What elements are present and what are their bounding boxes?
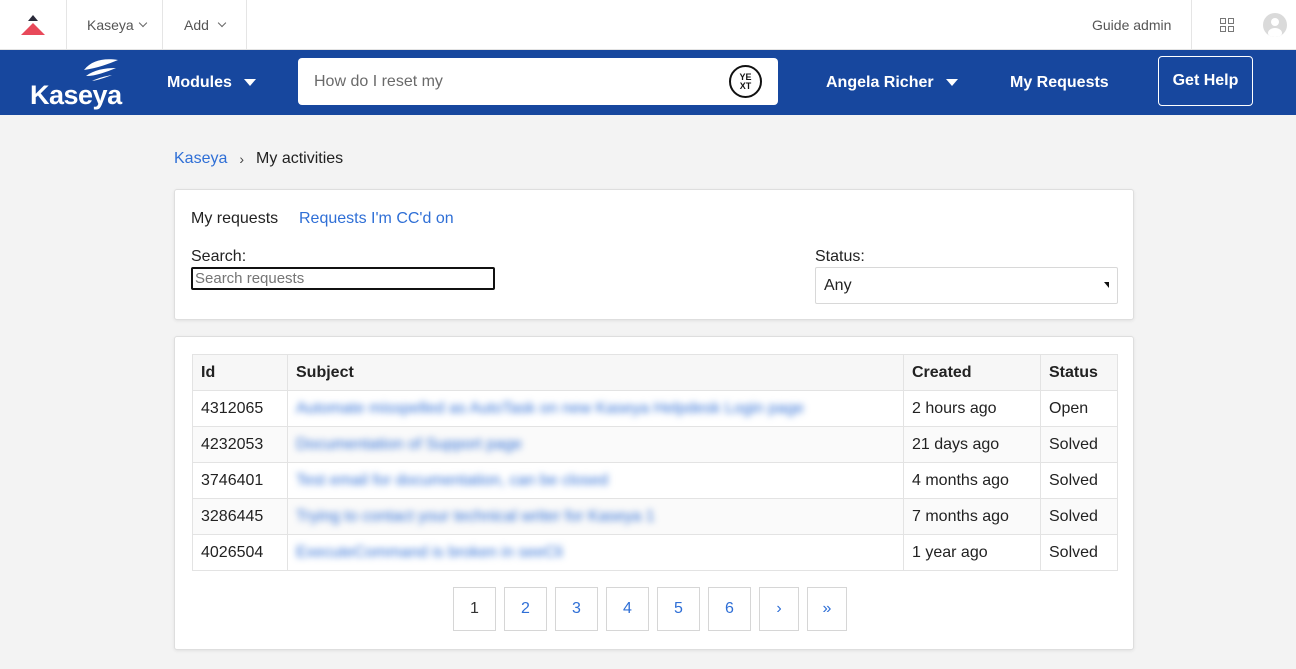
column-header-created[interactable]: Created (903, 354, 1041, 391)
global-search (298, 58, 778, 105)
page-button-5[interactable]: 5 (657, 587, 700, 631)
request-subject-cell: ExecuteCommand is broken in seeCli (287, 534, 904, 571)
product-menu[interactable]: Kaseya (87, 0, 147, 49)
guide-admin-link[interactable]: Guide admin (1092, 0, 1171, 49)
request-subject-cell: Documentation of Support page (287, 426, 904, 463)
breadcrumb-home-link[interactable]: Kaseya (174, 150, 227, 168)
caret-down-icon (945, 79, 958, 86)
table-row: 4232053 Documentation of Support page 21… (192, 426, 1118, 463)
request-subject-cell: Trying to contact your technical writer … (287, 498, 904, 535)
table-row: 4312065 Automate misspelled as AutoTask … (192, 390, 1118, 427)
search-label: Search: (191, 248, 247, 265)
request-status: Solved (1040, 534, 1118, 571)
request-created: 4 months ago (903, 462, 1041, 499)
user-menu[interactable]: Angela Richer (826, 50, 958, 115)
user-menu-label: Angela Richer (826, 73, 934, 91)
breadcrumb: Kaseya › My activities (174, 150, 343, 168)
next-page-button[interactable]: › (759, 587, 799, 631)
request-subject-link[interactable]: Automate misspelled as AutoTask on new K… (296, 400, 804, 418)
request-subject-cell: Automate misspelled as AutoTask on new K… (287, 390, 904, 427)
caret-down-icon (243, 79, 256, 86)
my-requests-label: My Requests (1010, 73, 1109, 91)
request-status: Solved (1040, 498, 1118, 535)
column-header-id[interactable]: Id (192, 354, 288, 391)
page-button-2[interactable]: 2 (504, 587, 547, 631)
yext-search-icon[interactable]: YE XT (729, 65, 762, 98)
table-header-row: Id Subject Created Status (192, 354, 1118, 391)
modules-label: Modules (167, 73, 232, 91)
tab-my-requests[interactable]: My requests (191, 210, 278, 228)
request-id: 3286445 (192, 498, 288, 535)
column-header-subject[interactable]: Subject (287, 354, 904, 391)
yext-badge-line-2: XT (739, 81, 752, 91)
page-button-4[interactable]: 4 (606, 587, 649, 631)
requests-search-input[interactable] (191, 267, 495, 290)
breadcrumb-separator: › (239, 151, 245, 167)
apps-grid-icon[interactable] (1220, 18, 1234, 32)
request-id: 4232053 (192, 426, 288, 463)
admin-bar: Kaseya Add Guide admin (0, 0, 1296, 50)
user-avatar[interactable] (1263, 13, 1287, 37)
request-id: 4026504 (192, 534, 288, 571)
guide-admin-label: Guide admin (1092, 16, 1172, 33)
kaseya-leaf-icon (84, 59, 118, 81)
column-header-status[interactable]: Status (1040, 354, 1118, 391)
request-subject-cell: Test email for documentation, can be clo… (287, 462, 904, 499)
request-subject-link[interactable]: Trying to contact your technical writer … (296, 508, 655, 526)
add-menu[interactable]: Add (184, 0, 227, 49)
request-created: 2 hours ago (903, 390, 1041, 427)
status-label: Status: (815, 248, 865, 265)
last-page-button[interactable]: » (807, 587, 847, 631)
request-status: Solved (1040, 462, 1118, 499)
get-help-button[interactable]: Get Help (1158, 56, 1253, 106)
chevron-down-icon (217, 18, 227, 27)
dropdown-arrow-icon (1104, 282, 1109, 288)
status-select-value: Any (824, 277, 852, 294)
request-subject-link[interactable]: Documentation of Support page (296, 436, 522, 454)
pagination: 1 2 3 4 5 6 › » (453, 587, 855, 631)
table-row: 3286445 Trying to contact your technical… (192, 498, 1118, 535)
table-row: 3746401 Test email for documentation, ca… (192, 462, 1118, 499)
request-subject-link[interactable]: ExecuteCommand is broken in seeCli (296, 544, 563, 562)
request-created: 1 year ago (903, 534, 1041, 571)
add-menu-label: Add (184, 16, 209, 33)
my-requests-link[interactable]: My Requests (1010, 50, 1109, 115)
global-search-input[interactable] (314, 70, 714, 94)
requests-card: Id Subject Created Status 4312065 Automa… (174, 336, 1134, 650)
product-menu-label: Kaseya (87, 16, 134, 33)
request-subject-link[interactable]: Test email for documentation, can be clo… (296, 472, 608, 490)
request-status: Open (1040, 390, 1118, 427)
request-id: 3746401 (192, 462, 288, 499)
zendesk-logo-icon[interactable] (20, 0, 46, 49)
request-status: Solved (1040, 426, 1118, 463)
table-row: 4026504 ExecuteCommand is broken in seeC… (192, 534, 1118, 571)
kaseya-logo[interactable]: Kaseya (30, 56, 122, 110)
page-button-6[interactable]: 6 (708, 587, 751, 631)
page-button-1[interactable]: 1 (453, 587, 496, 631)
breadcrumb-current: My activities (256, 150, 344, 167)
request-created: 21 days ago (903, 426, 1041, 463)
filters-card: My requests Requests I'm CC'd on Search:… (174, 189, 1134, 320)
status-select[interactable]: Any (815, 267, 1118, 304)
request-id: 4312065 (192, 390, 288, 427)
chevron-down-icon (138, 18, 147, 27)
modules-menu[interactable]: Modules (167, 50, 256, 115)
tab-cc-requests[interactable]: Requests I'm CC'd on (299, 210, 454, 228)
requests-table: Id Subject Created Status 4312065 Automa… (192, 354, 1118, 571)
brand-name: Kaseya (30, 80, 122, 110)
page-button-3[interactable]: 3 (555, 587, 598, 631)
request-created: 7 months ago (903, 498, 1041, 535)
